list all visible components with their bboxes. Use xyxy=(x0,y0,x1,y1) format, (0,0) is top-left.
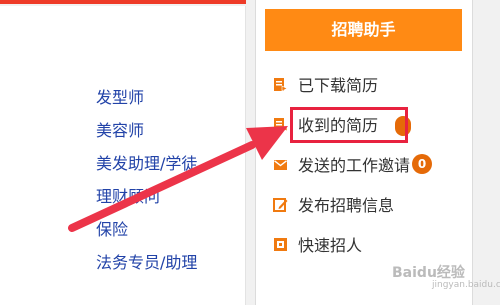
job-category-panel: 发型师 美容师 美发助理/学徒 理财顾问 保险 法务专员/助理 xyxy=(0,6,246,305)
received-resumes-highlight xyxy=(290,107,408,143)
menu-item-post-job[interactable]: 发布招聘信息 xyxy=(273,184,432,224)
menu-item-downloaded-resumes[interactable]: 已下载简历 xyxy=(273,64,432,104)
menu-item-quick-hire[interactable]: 快速招人 xyxy=(273,224,432,264)
edit-icon xyxy=(273,197,288,212)
menu-item-sent-invitations[interactable]: 发送的工作邀请 0 xyxy=(273,144,433,184)
job-link-hairstylist[interactable]: 发型师 xyxy=(96,84,197,117)
watermark: Baidu经验 jingyan.baidu.com xyxy=(392,262,500,290)
envelope-icon xyxy=(273,157,288,172)
job-link-financial-advisor[interactable]: 理财顾问 xyxy=(96,183,197,216)
top-accent-bar xyxy=(0,0,246,4)
job-link-beautician[interactable]: 美容师 xyxy=(96,117,197,150)
job-link-legal-assistant[interactable]: 法务专员/助理 xyxy=(96,249,197,282)
watermark-text: Baidu经验 xyxy=(392,265,465,281)
watermark-subtext: jingyan.baidu.com xyxy=(432,280,500,290)
invitation-count-badge: 0 xyxy=(412,154,433,174)
menu-label: 已下载简历 xyxy=(298,76,379,95)
received-resume-icon xyxy=(273,117,288,132)
recruitment-assistant-panel: 招聘助手 已下载简历 收到的简历 发送的工作邀请 0 发布招聘信息 快速招人 xyxy=(255,0,473,305)
download-resume-icon xyxy=(273,77,288,92)
job-link-hair-assistant[interactable]: 美发助理/学徒 xyxy=(96,150,197,183)
menu-label: 发布招聘信息 xyxy=(298,196,395,215)
assistant-menu: 已下载简历 收到的简历 发送的工作邀请 0 发布招聘信息 快速招人 xyxy=(273,64,433,264)
quick-hire-icon xyxy=(273,237,288,252)
job-list: 发型师 美容师 美发助理/学徒 理财顾问 保险 法务专员/助理 xyxy=(96,84,197,282)
menu-label: 发送的工作邀请 xyxy=(298,156,411,175)
job-link-insurance[interactable]: 保险 xyxy=(96,216,197,249)
panel-title: 招聘助手 xyxy=(265,9,462,51)
menu-label: 快速招人 xyxy=(298,236,363,255)
